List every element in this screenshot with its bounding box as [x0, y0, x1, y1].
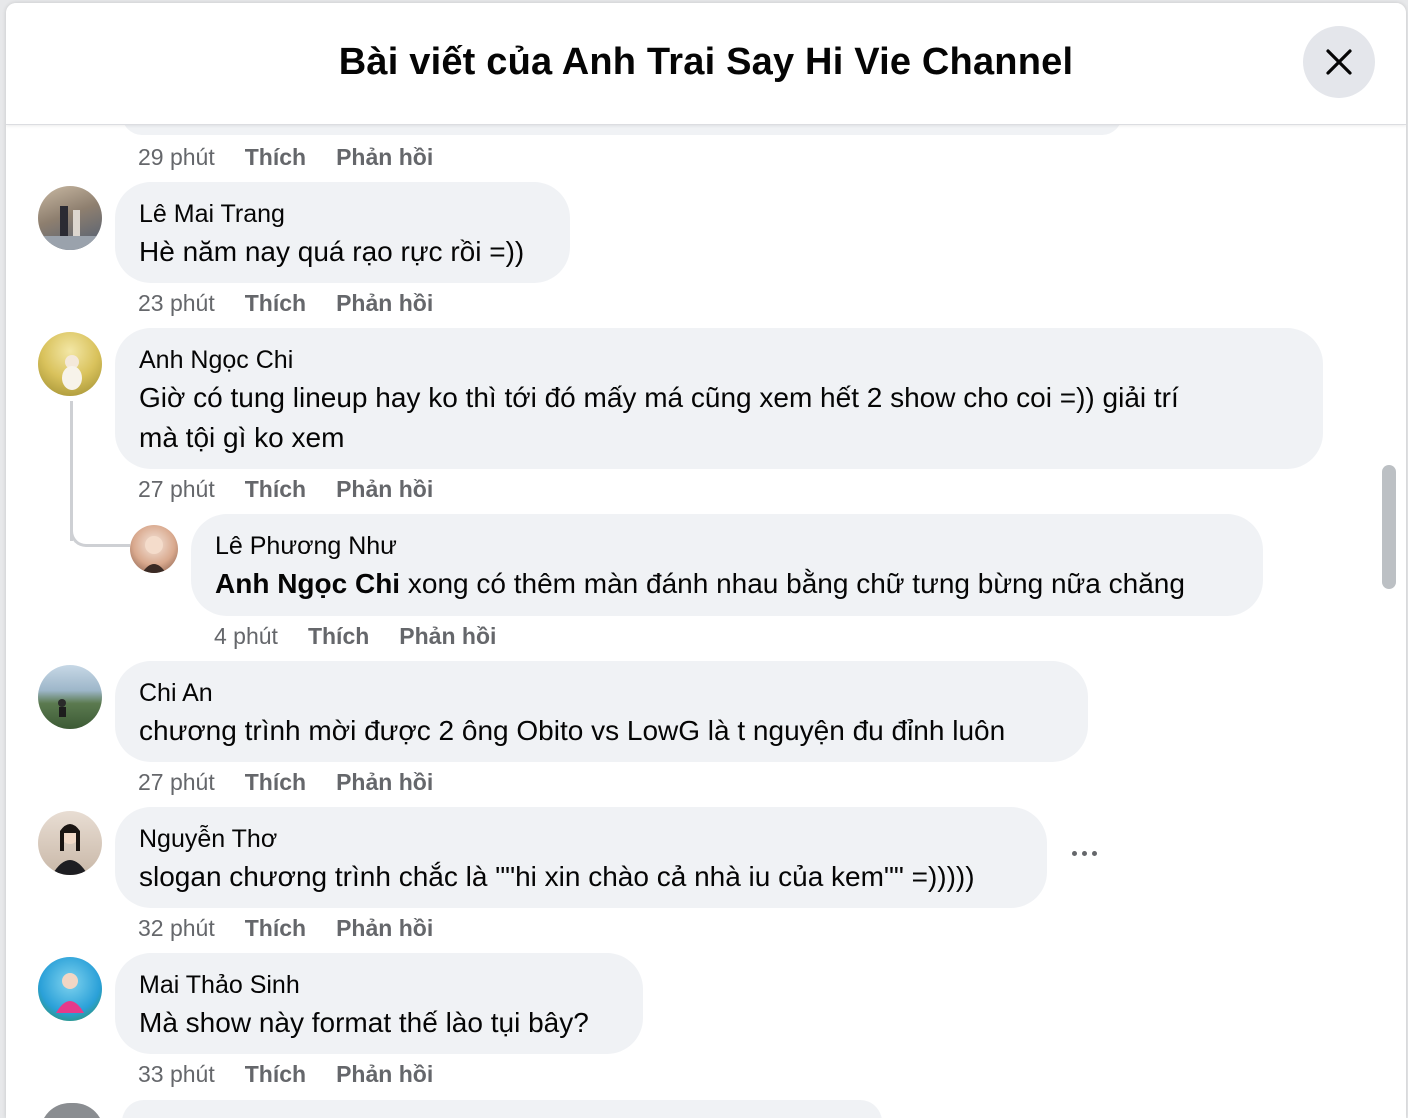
comment-time: 33 phút: [138, 1061, 215, 1087]
comment-text-line-2: mà tội gì ko xem: [139, 422, 345, 453]
comment-bubble: Mai Thảo Sinh Mà show này format thế lào…: [115, 953, 643, 1054]
comment-meta: 27 phút Thích Phản hồi: [138, 769, 433, 796]
like-button[interactable]: Thích: [245, 144, 306, 171]
modal-title: Bài viết của Anh Trai Say Hi Vie Channel: [338, 41, 1074, 83]
next-comment-bubble: [122, 1100, 882, 1118]
comment-meta: 23 phút Thích Phản hồi: [138, 290, 433, 317]
comment-meta: 27 phút Thích Phản hồi: [138, 476, 433, 503]
avatar[interactable]: [130, 525, 178, 573]
comment-time: 23 phút: [138, 290, 215, 316]
comment-time: 27 phút: [138, 769, 215, 795]
like-button[interactable]: Thích: [245, 290, 306, 317]
comment-author[interactable]: Chi An: [139, 679, 213, 708]
comment-text: Anh Ngọc Chi xong có thêm màn đánh nhau …: [215, 564, 1185, 604]
reply-button[interactable]: Phản hồi: [336, 144, 433, 171]
comment-text: slogan chương trình chắc là ""hi xin chà…: [139, 861, 975, 892]
like-button[interactable]: Thích: [245, 915, 306, 942]
comment-time: 27 phút: [138, 476, 215, 502]
avatar-photo-icon: [142, 536, 166, 573]
like-button[interactable]: Thích: [308, 623, 369, 650]
avatar-photo-icon: [58, 699, 66, 717]
avatar[interactable]: [38, 957, 102, 1021]
comment-author[interactable]: Anh Ngọc Chi: [139, 346, 293, 375]
thread-line: [70, 401, 73, 541]
avatar[interactable]: [38, 665, 102, 729]
comment-time: 29 phút: [138, 144, 215, 170]
avatar-photo-icon: [56, 973, 84, 1013]
avatar-photo-icon: [38, 206, 102, 250]
like-button[interactable]: Thích: [245, 1061, 306, 1088]
reply-button[interactable]: Phản hồi: [336, 1061, 433, 1088]
avatar[interactable]: [40, 1103, 104, 1118]
close-button[interactable]: [1303, 26, 1375, 98]
comment-meta: 4 phút Thích Phản hồi: [214, 623, 496, 650]
reply-bubble: Lê Phương Như Anh Ngọc Chi xong có thêm …: [191, 514, 1263, 616]
comment-author[interactable]: Nguyễn Thơ: [139, 825, 277, 854]
comment-text: Mà show này format thế lào tụi bây?: [139, 1007, 589, 1038]
more-options-icon: [1072, 851, 1077, 856]
mention-link[interactable]: Anh Ngọc Chi: [215, 568, 400, 599]
scrollbar[interactable]: [1382, 465, 1396, 589]
reply-button[interactable]: Phản hồi: [336, 915, 433, 942]
more-options-button[interactable]: [1066, 841, 1102, 865]
comment-text: Hè năm nay quá rạo rực rồi =)): [139, 236, 525, 267]
comment-text: chương trình mời được 2 ông Obito vs Low…: [139, 715, 1006, 746]
comment-time: 32 phút: [138, 915, 215, 941]
thread-connector: [70, 523, 130, 547]
comment-bubble: Lê Mai Trang Hè năm nay quá rạo rực rồi …: [115, 182, 570, 283]
avatar[interactable]: [38, 186, 102, 250]
comment-time: 4 phút: [214, 623, 278, 649]
comment-text-line-1: Giờ có tung lineup hay ko thì tới đó mấy…: [139, 382, 1179, 413]
close-icon: [1326, 49, 1352, 75]
more-options-icon: [1082, 851, 1087, 856]
reply-text: xong có thêm màn đánh nhau bằng chữ tưng…: [400, 568, 1185, 599]
comment-bubble: Nguyễn Thơ slogan chương trình chắc là "…: [115, 807, 1047, 908]
more-options-icon: [1092, 851, 1097, 856]
reply-button[interactable]: Phản hồi: [399, 623, 496, 650]
modal-header: Bài viết của Anh Trai Say Hi Vie Channel: [6, 3, 1406, 125]
avatar-photo-icon: [52, 824, 88, 875]
comment-meta: 32 phút Thích Phản hồi: [138, 915, 433, 942]
reply-button[interactable]: Phản hồi: [336, 769, 433, 796]
avatar-photo-icon: [62, 355, 82, 390]
reply-button[interactable]: Phản hồi: [336, 290, 433, 317]
comment-list[interactable]: 29 phút Thích Phản hồi Lê Mai Trang Hè năm…: [6, 115, 1406, 1118]
comment-meta: 33 phút Thích Phản hồi: [138, 1061, 433, 1088]
comment-author[interactable]: Lê Mai Trang: [139, 200, 285, 229]
comment-bubble: Anh Ngọc Chi Giờ có tung lineup hay ko t…: [115, 328, 1323, 469]
reply-button[interactable]: Phản hồi: [336, 476, 433, 503]
like-button[interactable]: Thích: [245, 769, 306, 796]
like-button[interactable]: Thích: [245, 476, 306, 503]
comment-meta: 29 phút Thích Phản hồi: [138, 144, 433, 171]
comment-bubble: Chi An chương trình mời được 2 ông Obito…: [115, 661, 1088, 762]
comment-author[interactable]: Lê Phương Như: [215, 532, 397, 561]
avatar[interactable]: [38, 332, 102, 396]
avatar[interactable]: [38, 811, 102, 875]
post-modal: Bài viết của Anh Trai Say Hi Vie Channel…: [6, 3, 1406, 1118]
comment-author[interactable]: Mai Thảo Sinh: [139, 971, 300, 1000]
